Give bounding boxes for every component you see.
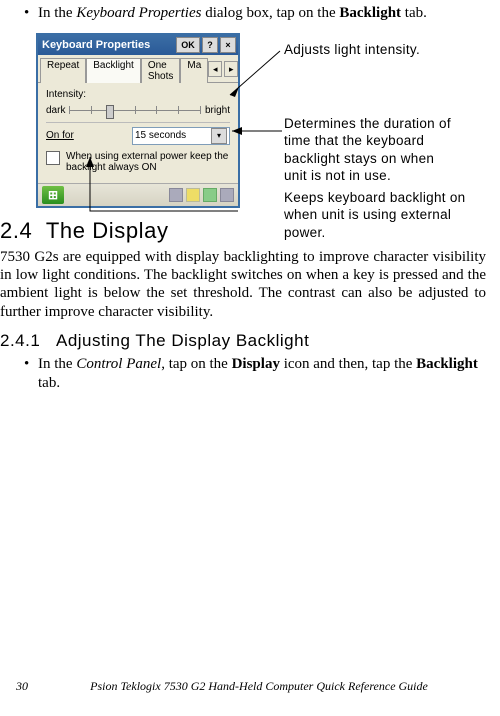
source-title: Psion Teklogix 7530 G2 Hand-Held Compute… (32, 679, 486, 694)
chevron-down-icon: ▾ (211, 128, 227, 144)
bullet: • (24, 4, 38, 23)
keyboard-properties-dialog: Keyboard Properties OK ? × Repeat Backli… (36, 33, 240, 208)
dialog-title: Keyboard Properties (42, 39, 150, 51)
tabs: Repeat Backlight One Shots Ma ◂ ▸ (38, 55, 238, 82)
tab-repeat[interactable]: Repeat (40, 58, 86, 83)
duration-dropdown[interactable]: 15 seconds ▾ (132, 127, 230, 145)
scroll-left[interactable]: ◂ (208, 61, 222, 77)
checkbox-label: When using external power keep the backl… (66, 151, 230, 173)
tray-icon (186, 188, 200, 202)
intro-text: In the Keyboard Properties dialog box, t… (38, 4, 427, 23)
b: Backlight (339, 5, 401, 21)
t2: dialog box, tap on the (201, 5, 339, 21)
start-icon[interactable]: ⊞ (42, 186, 64, 204)
tab-oneshots[interactable]: One Shots (141, 58, 181, 83)
footer: 30 Psion Teklogix 7530 G2 Hand-Held Comp… (0, 679, 486, 694)
help-button[interactable]: ? (202, 37, 218, 53)
dd-value: 15 seconds (135, 130, 186, 141)
always-on-checkbox[interactable] (46, 151, 60, 165)
bullet: • (24, 355, 38, 393)
ok-button[interactable]: OK (176, 37, 200, 53)
titlebar: Keyboard Properties OK ? × (38, 35, 238, 55)
tab-backlight[interactable]: Backlight (86, 58, 141, 83)
display-paragraph: 7530 G2s are equipped with display backl… (0, 248, 486, 321)
tab-more[interactable]: Ma (180, 58, 208, 83)
intensity-slider[interactable] (69, 104, 201, 118)
t3: tab. (401, 5, 427, 21)
tray-icon (203, 188, 217, 202)
i: Keyboard Properties (76, 5, 201, 21)
display-instruction: In the Control Panel, tap on the Display… (38, 355, 486, 393)
bright-label: bright (205, 105, 230, 116)
intensity-label: Intensity: (46, 89, 230, 100)
anno-intensity: Adjusts light intensity. (284, 41, 420, 59)
anno-external: Keeps keyboard backlight on when unit is… (284, 189, 484, 242)
close-button[interactable]: × (220, 37, 236, 53)
t: In the (38, 5, 76, 21)
tray-icon (220, 188, 234, 202)
panel: Intensity: dark bright On for (38, 82, 238, 183)
on-for-label: On for (46, 130, 74, 141)
dark-label: dark (46, 105, 65, 116)
scroll-right[interactable]: ▸ (224, 61, 238, 77)
heading-2.4.1: 2.4.1 Adjusting The Display Backlight (0, 331, 486, 351)
tray-icon (169, 188, 183, 202)
anno-duration: Determines the duration of time that the… (284, 115, 454, 185)
page-number: 30 (0, 679, 32, 694)
taskbar: ⊞ (38, 183, 238, 206)
